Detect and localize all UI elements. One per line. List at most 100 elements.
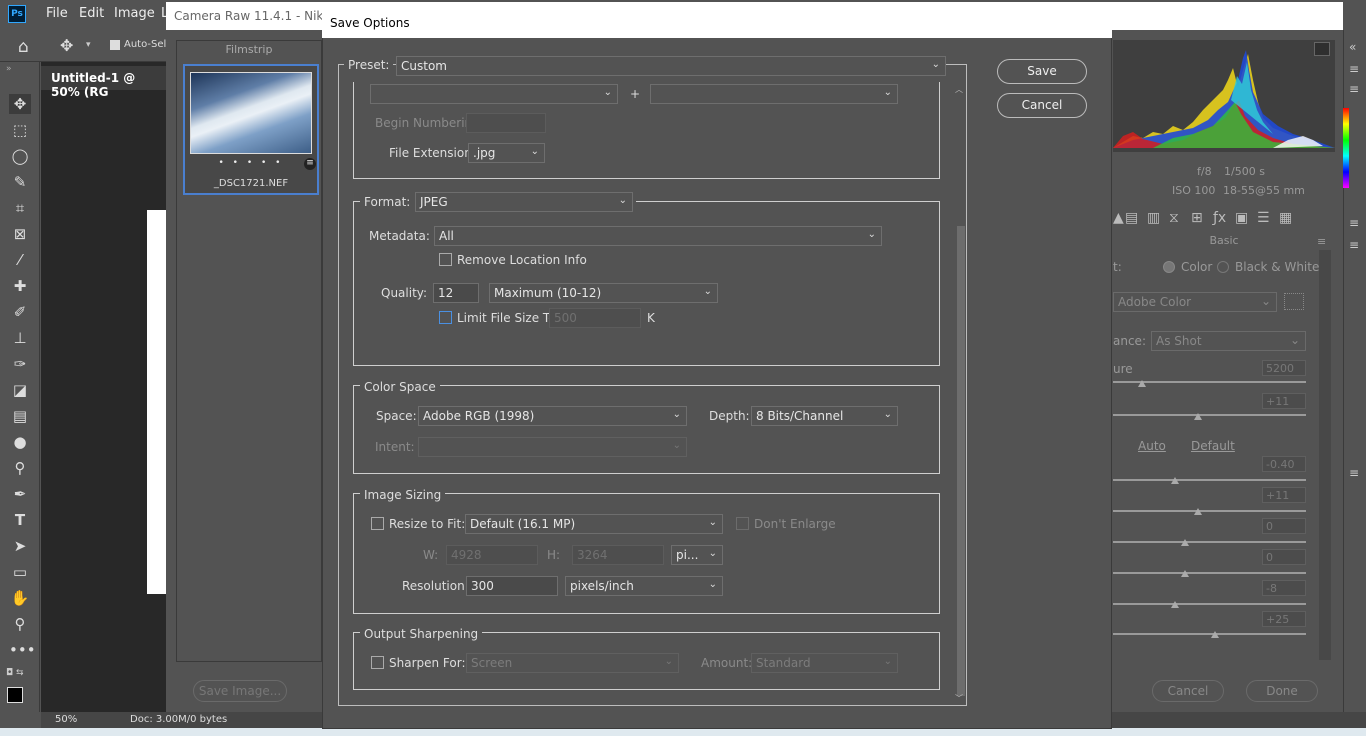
metadata-dropdown[interactable]: All ⌄ <box>434 226 882 246</box>
amount-dropdown[interactable]: Standard ⌄ <box>751 653 898 673</box>
gradient-tool-icon[interactable]: ▤ <box>9 406 31 426</box>
slider-thumb[interactable] <box>1171 601 1179 608</box>
dodge-tool-icon[interactable]: ⚲ <box>9 458 31 478</box>
tab-lens-icon[interactable]: ⧖ <box>1169 210 1179 226</box>
auto-select-checkbox[interactable] <box>110 40 120 50</box>
quality-input[interactable]: 12 <box>433 283 479 303</box>
menu-image[interactable]: Image <box>114 6 155 21</box>
pen-tool-icon[interactable]: ✒ <box>9 484 31 504</box>
chevron-down-icon[interactable]: ▾ <box>86 40 91 50</box>
preset-dropdown[interactable]: Custom ⌄ <box>396 56 946 76</box>
slider-value[interactable]: 0 <box>1262 518 1306 534</box>
color-radio[interactable] <box>1163 261 1175 273</box>
tab-transform-icon[interactable]: ⊞ <box>1191 210 1203 226</box>
hand-tool-icon[interactable]: ✋ <box>9 588 31 608</box>
profile-dropdown[interactable]: Adobe Color ⌄ <box>1113 292 1277 312</box>
slider-track[interactable] <box>1113 603 1306 605</box>
home-icon[interactable]: ⌂ <box>18 37 29 57</box>
scrollbar-thumb[interactable] <box>957 226 965 696</box>
scroll-down-icon[interactable]: ﹀ <box>955 693 963 704</box>
slider-thumb[interactable] <box>1194 508 1202 515</box>
resolution-unit-dropdown[interactable]: pixels/inch ⌄ <box>565 576 723 596</box>
cancel-button[interactable]: Cancel <box>997 93 1087 118</box>
slider-track[interactable] <box>1113 572 1306 574</box>
size-unit-dropdown[interactable]: pi... ⌄ <box>671 545 723 565</box>
panel-menu-icon[interactable]: ≡ <box>1317 235 1326 248</box>
file-extension-dropdown[interactable]: .jpg ⌄ <box>468 143 545 163</box>
eyedropper-tool-icon[interactable]: ⁄ <box>9 250 31 270</box>
slider-value[interactable]: 0 <box>1262 549 1306 565</box>
slider-thumb[interactable] <box>1211 631 1219 638</box>
more-tools-icon[interactable]: ••• <box>9 640 36 660</box>
panel-menu-icon[interactable]: ≡ <box>1349 82 1359 96</box>
path-selection-tool-icon[interactable]: ➤ <box>9 536 31 556</box>
slider-value[interactable]: +11 <box>1262 487 1306 503</box>
slider-track[interactable] <box>1113 479 1306 481</box>
slider-value[interactable]: -0.40 <box>1262 456 1306 472</box>
naming-part-1-dropdown[interactable]: ⌄ <box>370 84 618 104</box>
tab-split-toning-icon[interactable]: ▥ <box>1147 210 1160 226</box>
tab-hsl-icon[interactable]: ▤ <box>1125 210 1138 226</box>
quick-select-tool-icon[interactable]: ✎ <box>9 172 31 192</box>
depth-dropdown[interactable]: 8 Bits/Channel ⌄ <box>751 406 898 426</box>
type-tool-icon[interactable]: T <box>9 510 31 530</box>
healing-brush-tool-icon[interactable]: ✚ <box>9 276 31 296</box>
move-tool-option-icon[interactable]: ✥ <box>60 36 73 55</box>
white-balance-dropdown[interactable]: As Shot ⌄ <box>1151 331 1306 351</box>
bw-radio[interactable] <box>1217 261 1229 273</box>
marquee-tool-icon[interactable]: ⬚ <box>9 120 31 140</box>
remove-location-checkbox[interactable] <box>439 253 452 266</box>
tab-detail-icon[interactable]: ▲ <box>1113 210 1124 226</box>
save-button[interactable]: Save <box>997 59 1087 84</box>
tab-calibration-icon[interactable]: ▣ <box>1235 210 1248 226</box>
slider-track[interactable] <box>1113 510 1306 512</box>
tab-presets-icon[interactable]: ☰ <box>1257 210 1270 226</box>
thumbnail-image[interactable] <box>190 72 312 154</box>
scroll-up-icon[interactable]: ︿ <box>955 84 963 95</box>
lasso-tool-icon[interactable]: ◯ <box>9 146 31 166</box>
slider-track[interactable] <box>1113 541 1306 543</box>
auto-link[interactable]: Auto <box>1138 439 1166 453</box>
panel-menu-icon[interactable]: ≡ <box>1349 238 1359 252</box>
slider-thumb[interactable] <box>1171 477 1179 484</box>
camera-raw-cancel-button[interactable]: Cancel <box>1152 680 1224 702</box>
slider-thumb[interactable] <box>1138 380 1146 387</box>
slider-thumb[interactable] <box>1194 413 1202 420</box>
clone-stamp-tool-icon[interactable]: ⊥ <box>9 328 31 348</box>
quality-preset-dropdown[interactable]: Maximum (10-12) ⌄ <box>489 283 718 303</box>
blur-tool-icon[interactable]: ● <box>9 432 31 452</box>
format-dropdown[interactable]: JPEG ⌄ <box>415 192 633 212</box>
eraser-tool-icon[interactable]: ◪ <box>9 380 31 400</box>
dont-enlarge-checkbox[interactable] <box>736 517 749 530</box>
panel-menu-icon[interactable]: ≡ <box>1349 62 1359 76</box>
menu-file[interactable]: File <box>46 6 68 21</box>
profile-browser-icon[interactable] <box>1284 293 1304 310</box>
document-tab[interactable]: Untitled-1 @ 50% (RG <box>41 66 178 99</box>
brush-tool-icon[interactable]: ✐ <box>9 302 31 322</box>
resize-to-fit-dropdown[interactable]: Default (16.1 MP) ⌄ <box>465 514 723 534</box>
space-dropdown[interactable]: Adobe RGB (1998) ⌄ <box>418 406 687 426</box>
tab-snapshots-icon[interactable]: ▦ <box>1279 210 1292 226</box>
menu-edit[interactable]: Edit <box>79 6 104 21</box>
slider-track[interactable] <box>1113 414 1306 416</box>
tab-effects-icon[interactable]: ƒx <box>1213 210 1226 226</box>
slider-value[interactable]: +11 <box>1262 393 1306 409</box>
rectangle-tool-icon[interactable]: ▭ <box>9 562 31 582</box>
crop-tool-icon[interactable]: ⌗ <box>9 198 31 218</box>
expand-toolbar-icon[interactable]: » <box>6 64 12 74</box>
panel-menu-icon[interactable]: ≡ <box>1349 216 1359 230</box>
slider-value[interactable]: 5200 <box>1262 360 1306 376</box>
height-input[interactable]: 3264 <box>572 545 664 565</box>
zoom-tool-icon[interactable]: ⚲ <box>9 614 31 634</box>
slider-thumb[interactable] <box>1181 570 1189 577</box>
frame-tool-icon[interactable]: ⊠ <box>9 224 31 244</box>
move-tool-icon[interactable]: ✥ <box>9 94 31 114</box>
resize-to-fit-checkbox[interactable] <box>371 517 384 530</box>
width-input[interactable]: 4928 <box>446 545 538 565</box>
default-link[interactable]: Default <box>1191 439 1235 453</box>
camera-raw-done-button[interactable]: Done <box>1246 680 1318 702</box>
default-colors-icon[interactable]: ◘ ⇆ <box>6 668 24 678</box>
slider-value[interactable]: +25 <box>1262 611 1306 627</box>
limit-file-size-checkbox[interactable] <box>439 311 452 324</box>
rating-dots[interactable]: • • • • • <box>190 158 312 168</box>
